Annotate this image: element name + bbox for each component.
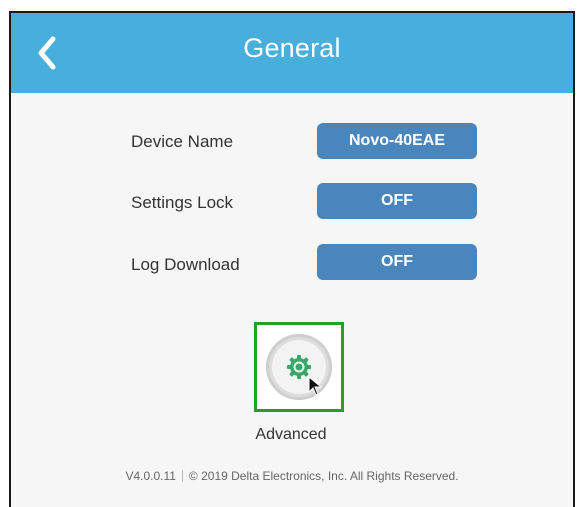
footer-divider [181, 470, 183, 482]
log-download-toggle[interactable]: OFF [317, 244, 477, 280]
settings-lock-label: Settings Lock [131, 193, 234, 212]
general-screen: General Device Name Novo-40EAE Settings … [9, 11, 575, 507]
advanced-button[interactable] [254, 322, 344, 412]
header-bar: General [11, 13, 573, 93]
log-download-label: Log Download [131, 255, 240, 274]
copyright-text: © 2019 Delta Electronics, Inc. All Right… [188, 469, 459, 483]
advanced-icon-circle [266, 334, 332, 400]
footer: V4.0.0.11 © 2019 Delta Electronics, Inc. … [11, 469, 573, 483]
device-name-label: Device Name [131, 132, 234, 151]
device-name-button[interactable]: Novo-40EAE [317, 123, 477, 159]
advanced-label: Advanced [255, 426, 327, 443]
page-title: General [243, 33, 341, 63]
mouse-cursor-icon [308, 376, 322, 396]
settings-lock-toggle[interactable]: OFF [317, 183, 477, 219]
version-text: V4.0.0.11 [125, 469, 176, 483]
